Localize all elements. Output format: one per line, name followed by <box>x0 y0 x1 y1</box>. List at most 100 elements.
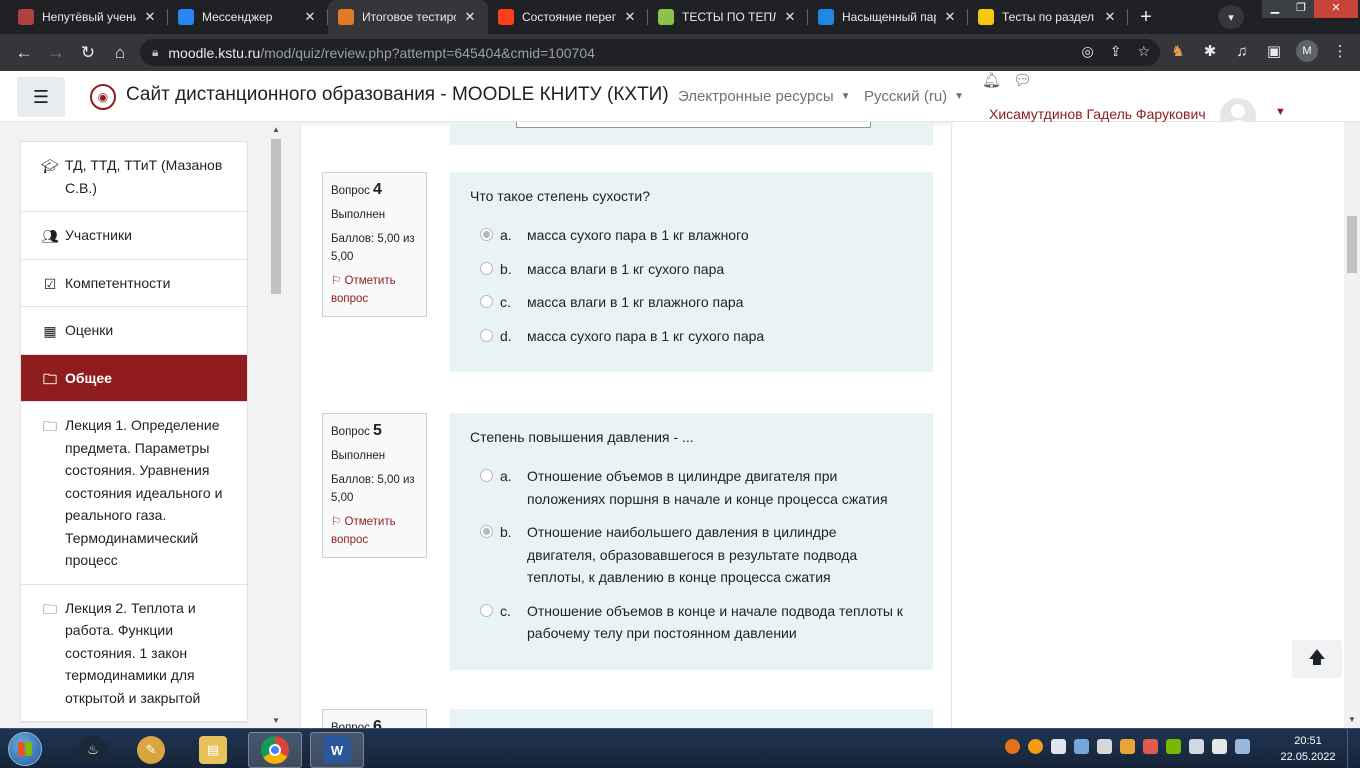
user-menu-caret-icon[interactable]: ▼ <box>1275 106 1286 118</box>
tab-close-icon[interactable]: ✕ <box>622 9 638 25</box>
side-panel-icon[interactable]: ▣ <box>1264 42 1284 60</box>
notifications-bell-icon[interactable]: 🔔︎ <box>982 71 1001 89</box>
browser-tab[interactable]: Непутёвый учени ✕ <box>8 0 168 34</box>
answer-text: Отношение наибольшего давления в цилиндр… <box>527 524 858 585</box>
flag-tray-icon[interactable] <box>1212 739 1227 754</box>
taskbar-clock[interactable]: 20:51 22.05.2022 <box>1278 733 1338 765</box>
language-menu[interactable]: Русский (ru) ▼ <box>864 88 964 105</box>
browser-tab[interactable]: ТЕСТЫ ПО ТЕПЛО ✕ <box>648 0 808 34</box>
scroll-down-arrow-icon[interactable]: ▼ <box>1348 715 1356 724</box>
messages-chat-icon[interactable]: 💬︎ <box>1013 71 1032 89</box>
answer-radio[interactable] <box>480 328 493 342</box>
tab-close-icon[interactable]: ✕ <box>302 9 318 25</box>
address-bar[interactable]: 🔒︎ moodle.kstu.ru/mod/quiz/review.php?at… <box>140 39 1160 66</box>
word-taskbar-icon[interactable]: W <box>310 732 364 768</box>
start-button[interactable] <box>8 732 42 766</box>
browser-tab[interactable]: Состояние перег ✕ <box>488 0 648 34</box>
answer-radio[interactable] <box>480 295 493 308</box>
usb-tray-icon[interactable] <box>1097 739 1112 754</box>
menu-dots-icon[interactable]: ⋮ <box>1330 42 1350 60</box>
back-to-top-button[interactable]: 🡅 <box>1292 640 1342 678</box>
new-tab-button[interactable]: + <box>1132 3 1160 31</box>
sidebar-item[interactable]: 👥︎ Участники <box>21 212 247 260</box>
tab-close-icon[interactable]: ✕ <box>942 9 958 25</box>
answer-radio[interactable] <box>480 261 493 275</box>
avast-tray-icon[interactable] <box>1028 739 1043 754</box>
question-info: Вопрос 6 <box>322 709 427 728</box>
flag-question-link[interactable]: ⚐ Отметить вопрос <box>331 513 418 549</box>
sidebar-item-label: Общее <box>65 369 112 386</box>
media-control-icon[interactable]: ♫ <box>1232 43 1252 60</box>
onedrive-tray-icon[interactable] <box>1051 739 1066 754</box>
tab-close-icon[interactable]: ✕ <box>782 9 798 25</box>
drawer-toggle-button[interactable]: ☰ <box>17 77 65 117</box>
update-tray-icon[interactable] <box>1120 739 1135 754</box>
answer-radio[interactable] <box>480 603 493 617</box>
answer-option[interactable]: a. Отношение объемов в цилиндре двигателя… <box>470 465 913 510</box>
extensions-puzzle-icon[interactable]: ✱ <box>1200 42 1220 60</box>
explorer-taskbar-icon[interactable]: ▤ <box>186 732 240 768</box>
paint-taskbar-icon[interactable]: ✎ <box>124 732 178 768</box>
nvidia-tray-icon[interactable] <box>1166 739 1181 754</box>
site-logo[interactable]: ◉ <box>90 84 116 110</box>
sidebar-item[interactable]: 🗀 Общее <box>21 354 247 402</box>
answer-radio[interactable] <box>480 228 493 241</box>
answer-option[interactable]: c. масса влаги в 1 кг влажного пара <box>470 291 913 314</box>
app-tray-icon[interactable] <box>1143 739 1158 754</box>
show-desktop-button[interactable] <box>1347 729 1360 768</box>
browser-tab[interactable]: Итоговое тестиро ✕ <box>328 0 488 34</box>
eye-off-icon[interactable]: ◎ <box>1081 43 1093 60</box>
answer-option[interactable]: d. масса сухого пара в 1 кг сухого пара <box>470 325 913 348</box>
sidebar-item[interactable]: 🗀 Лекция 2. Теплота и работа. Функции сос… <box>21 585 247 722</box>
bookmark-star-icon[interactable]: ☆ <box>1137 43 1150 60</box>
browser-tab[interactable]: Тесты по раздел ✕ <box>968 0 1128 34</box>
sidebar-item[interactable]: ▦ Оценки <box>21 307 247 355</box>
forward-arrow-icon[interactable]: → <box>40 37 72 69</box>
question-text: Что такое степень сухости? <box>470 188 651 204</box>
extension-fox-icon[interactable]: ♞ <box>1168 42 1188 60</box>
volume-tray-icon[interactable] <box>1189 739 1204 754</box>
site-name[interactable]: Сайт дистанционного образования - MOODLE… <box>126 84 669 106</box>
maximize-button[interactable]: ❐ <box>1288 0 1314 18</box>
page-scroll-thumb[interactable] <box>1347 216 1357 273</box>
reload-icon[interactable]: ↻ <box>72 37 104 69</box>
answer-text: масса сухого пара в 1 кг сухого пара <box>527 327 765 344</box>
page-scrollbar[interactable]: ▼ <box>1344 122 1360 728</box>
chrome-tray-icon[interactable] <box>1005 739 1020 754</box>
back-arrow-icon[interactable]: ← <box>8 37 40 69</box>
tab-close-icon[interactable]: ✕ <box>462 9 478 25</box>
answer-option[interactable]: c. Отношение объемов в конце и начале под… <box>470 600 913 645</box>
share-icon[interactable]: ⇪ <box>1110 43 1122 60</box>
system-tray <box>1005 739 1250 754</box>
browser-tab[interactable]: Насыщенный пар ✕ <box>808 0 968 34</box>
network-tray-icon[interactable] <box>1074 739 1089 754</box>
language-tray-icon[interactable] <box>1235 739 1250 754</box>
sidebar-item[interactable]: ☑ Компетентности <box>21 260 247 307</box>
tab-favicon-icon <box>978 9 994 25</box>
tab-close-icon[interactable]: ✕ <box>1102 9 1118 25</box>
browser-tab[interactable]: Мессенджер ✕ <box>168 0 328 34</box>
drawer-scrollbar[interactable]: ▲ ▼ <box>269 125 283 728</box>
profile-avatar[interactable]: M <box>1296 40 1318 62</box>
tab-search-button[interactable]: ▾ <box>1218 5 1244 29</box>
answer-option[interactable]: a. масса сухого пара в 1 кг влажного <box>470 224 913 247</box>
scroll-up-arrow-icon[interactable]: ▲ <box>272 125 280 134</box>
scroll-down-arrow-icon[interactable]: ▼ <box>272 716 280 725</box>
answer-radio[interactable] <box>480 525 493 538</box>
sidebar-item[interactable]: 🗀 Лекция 1. Определение предмета. Парамет… <box>21 402 247 585</box>
chrome-taskbar-icon[interactable] <box>248 732 302 768</box>
steam-taskbar-icon[interactable]: ♨ <box>66 732 120 768</box>
sidebar-item-label: Лекция 1. Определение предмета. Параметр… <box>65 417 223 568</box>
user-name[interactable]: Хисамутдинов Гадель Фарукович <box>989 106 1206 122</box>
answer-option[interactable]: b. масса влаги в 1 кг сухого пара <box>470 258 913 281</box>
answer-radio[interactable] <box>480 469 493 482</box>
tab-close-icon[interactable]: ✕ <box>142 9 158 25</box>
sidebar-item[interactable]: 🎓︎ ТД, ТТД, ТТиТ (Мазанов С.В.) <box>21 142 247 212</box>
close-window-button[interactable]: ✕ <box>1314 0 1358 18</box>
flag-question-link[interactable]: ⚐ Отметить вопрос <box>331 272 418 308</box>
answer-option[interactable]: b. Отношение наибольшего давления в цилин… <box>470 521 913 589</box>
resources-menu[interactable]: Электронные ресурсы ▼ <box>678 88 851 105</box>
minimize-button[interactable]: ▁ <box>1262 0 1288 18</box>
home-icon[interactable]: ⌂ <box>104 37 136 69</box>
drawer-scroll-thumb[interactable] <box>271 139 281 294</box>
